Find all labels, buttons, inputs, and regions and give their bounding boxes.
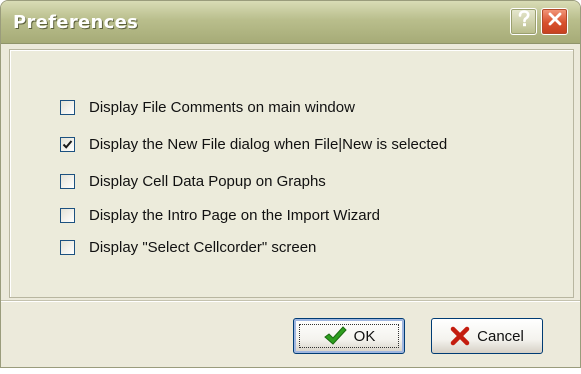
- option-label: Display File Comments on main window: [89, 98, 355, 116]
- title-bar[interactable]: Preferences: [1, 1, 580, 44]
- option-label: Display the Intro Page on the Import Wiz…: [89, 206, 380, 224]
- red-x-icon: [450, 326, 470, 346]
- close-x-icon: [547, 11, 563, 32]
- checkbox-select-cellcorder[interactable]: [60, 239, 75, 255]
- ok-button[interactable]: OK: [293, 318, 405, 354]
- button-area-divider: [1, 300, 580, 302]
- options-panel: Display File Comments on main window Dis…: [9, 49, 574, 298]
- cancel-label: Cancel: [477, 327, 524, 345]
- option-file-comments[interactable]: Display File Comments on main window: [60, 97, 355, 117]
- window-title: Preferences: [13, 12, 139, 33]
- option-label: Display "Select Cellcorder" screen: [89, 238, 317, 256]
- option-cell-data-popup[interactable]: Display Cell Data Popup on Graphs: [60, 171, 326, 191]
- focus-rectangle: [299, 324, 399, 348]
- option-label: Display the New File dialog when File|Ne…: [89, 135, 448, 153]
- question-mark-icon: [516, 10, 532, 33]
- checkbox-intro-page[interactable]: [60, 207, 75, 223]
- option-intro-page[interactable]: Display the Intro Page on the Import Wiz…: [60, 205, 380, 225]
- option-new-file-dialog[interactable]: Display the New File dialog when File|Ne…: [60, 134, 447, 154]
- close-button[interactable]: [541, 8, 568, 35]
- option-select-cellcorder[interactable]: Display "Select Cellcorder" screen: [60, 237, 316, 257]
- checkmark-icon: [62, 139, 73, 149]
- checkbox-new-file-dialog[interactable]: [60, 136, 75, 152]
- checkbox-file-comments[interactable]: [60, 99, 75, 115]
- cancel-button[interactable]: Cancel: [431, 318, 543, 354]
- preferences-dialog: Preferences Display File Comments on mai…: [0, 0, 581, 368]
- help-button[interactable]: [510, 8, 537, 35]
- checkbox-cell-data-popup[interactable]: [60, 173, 75, 189]
- option-label: Display Cell Data Popup on Graphs: [89, 172, 326, 190]
